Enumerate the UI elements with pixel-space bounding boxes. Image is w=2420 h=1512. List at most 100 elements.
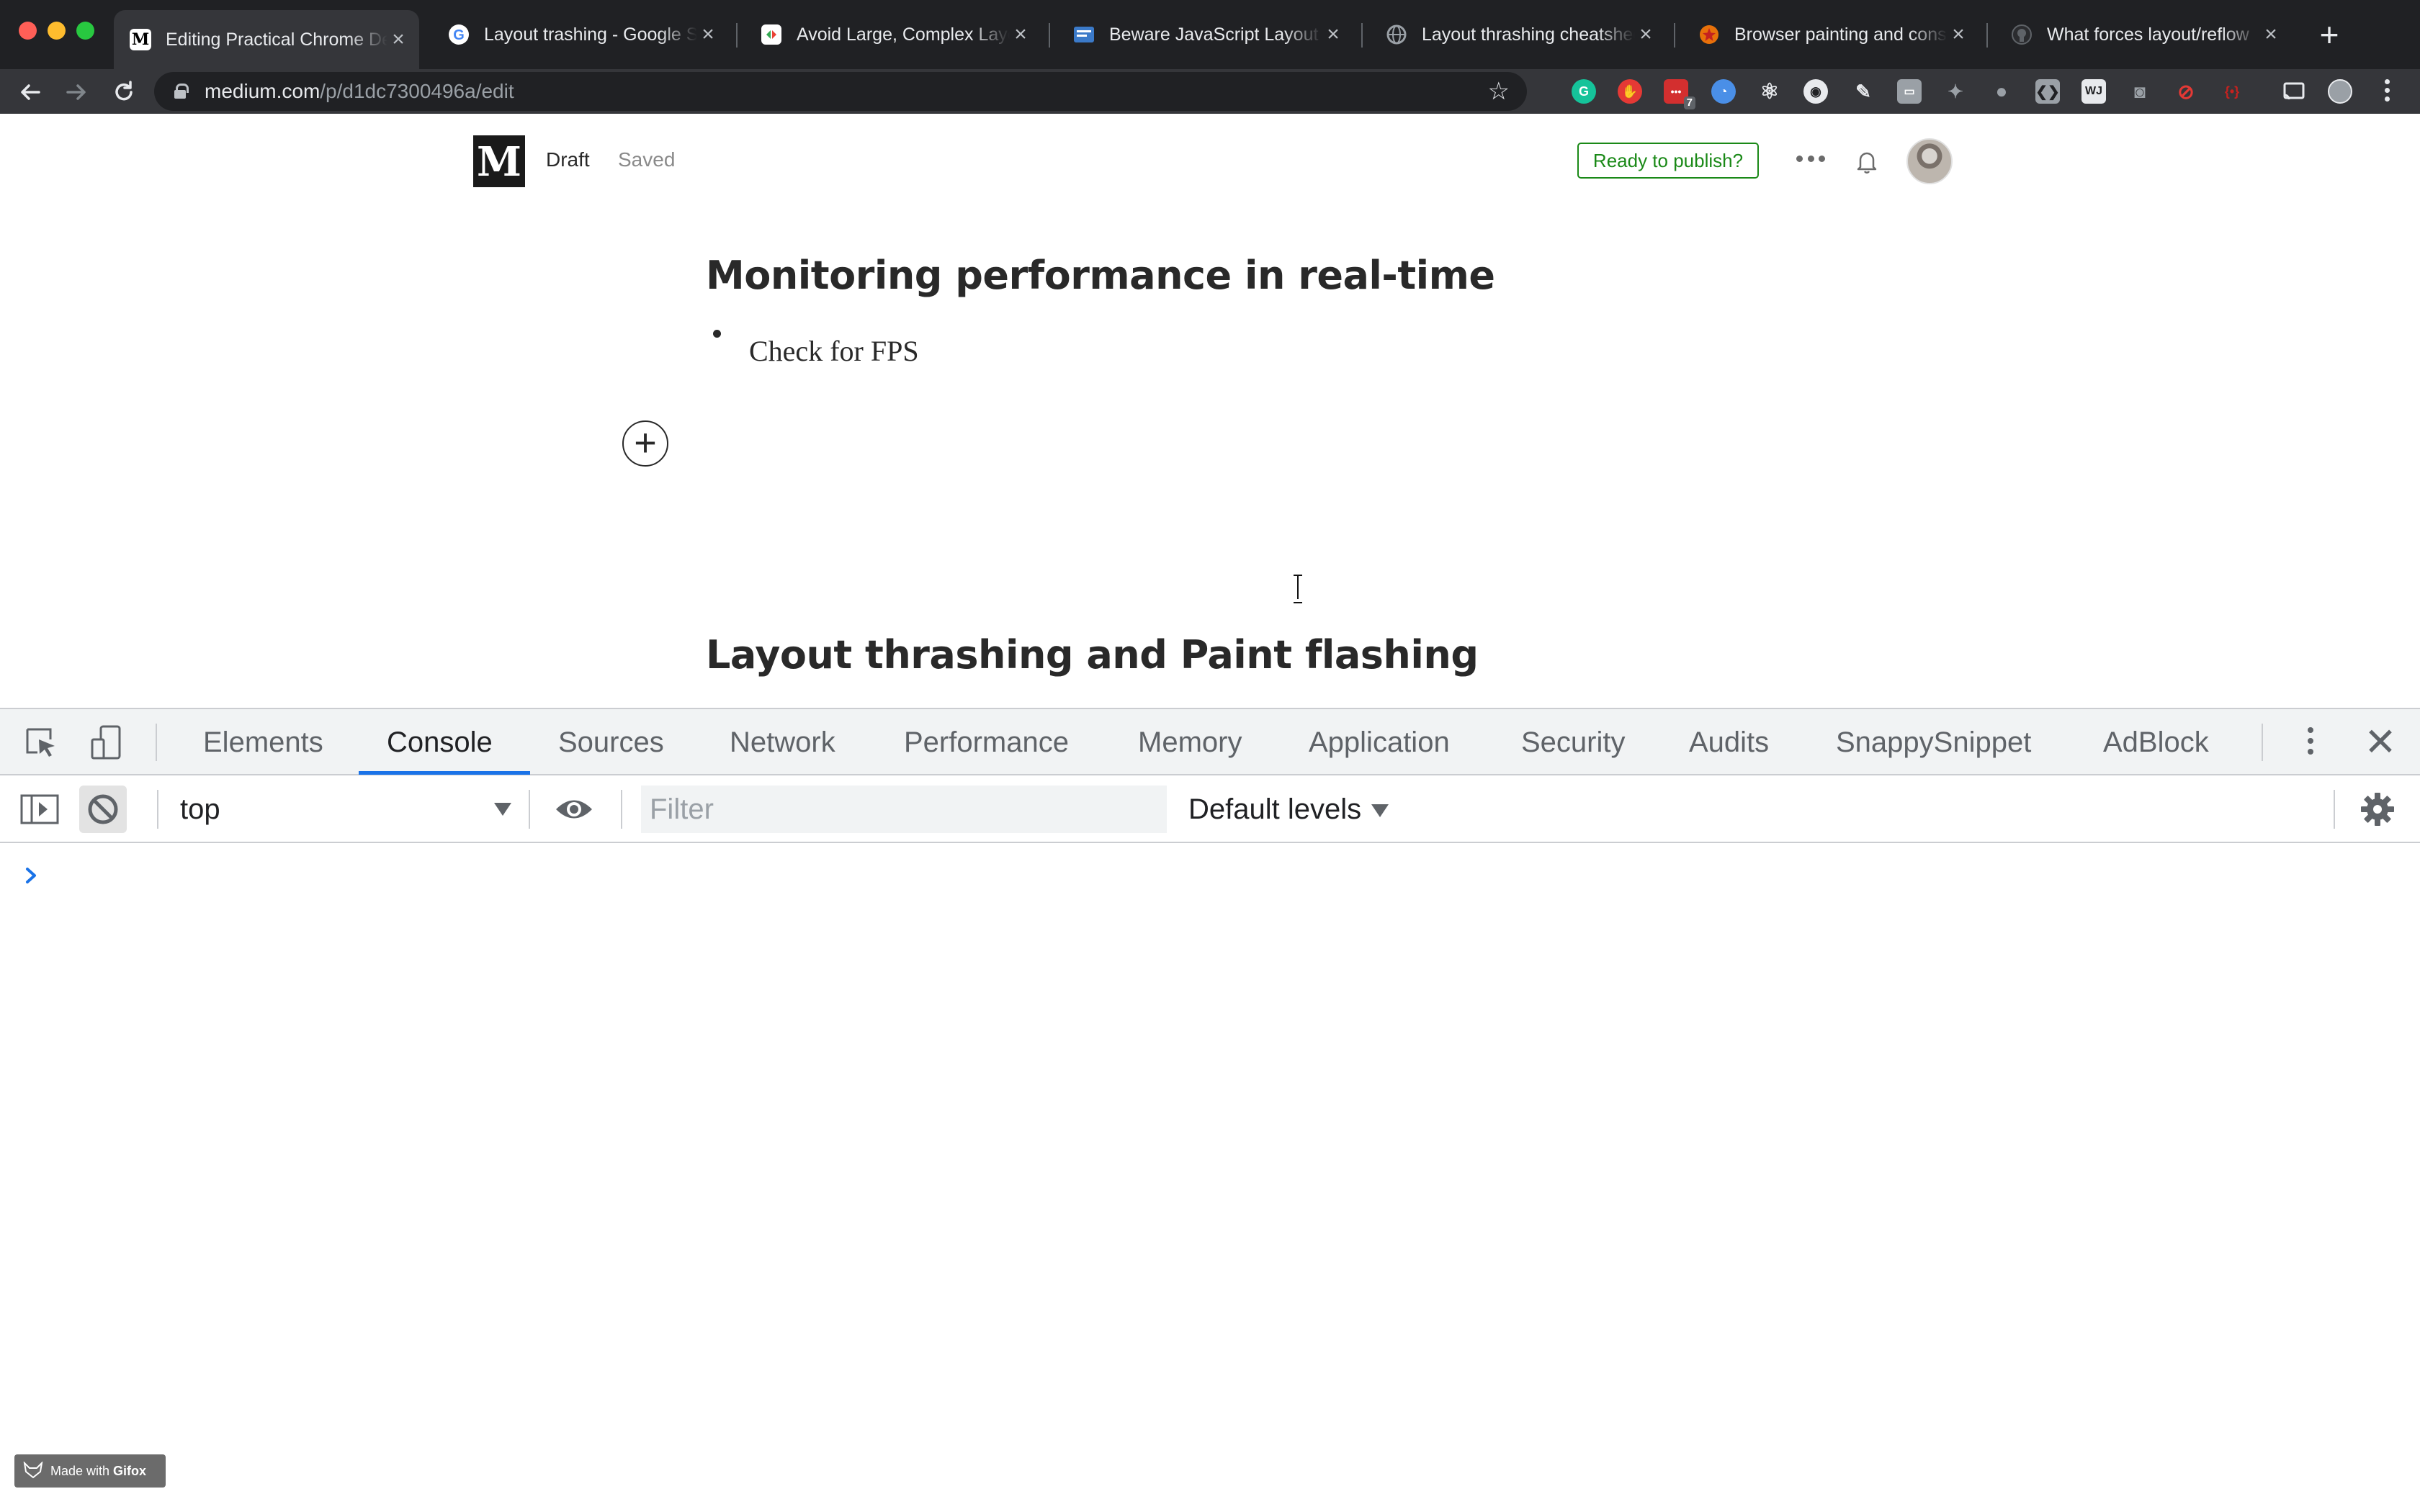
react-icon[interactable]: ⚛ bbox=[1757, 79, 1782, 104]
tab-performance[interactable]: Performance bbox=[904, 709, 1069, 775]
forward-button[interactable] bbox=[62, 78, 91, 107]
gifox-watermark: Made with Gifox bbox=[14, 1454, 166, 1488]
chrome-menu-icon[interactable] bbox=[2378, 76, 2396, 107]
post-heading[interactable]: Monitoring performance in real-time bbox=[706, 253, 1495, 298]
devtools-close-icon[interactable]: ✕ bbox=[2362, 721, 2398, 764]
window-maximize-button[interactable] bbox=[76, 22, 94, 40]
reload-icon bbox=[115, 81, 133, 101]
browser-tab-active[interactable]: M Editing Practical Chrome Dev × bbox=[114, 10, 419, 69]
tab-sources[interactable]: Sources bbox=[558, 709, 664, 775]
tab-adblock[interactable]: AdBlock bbox=[2103, 709, 2209, 775]
console-filter-input[interactable] bbox=[641, 786, 1167, 833]
code-icon[interactable]: ❮❯ bbox=[2035, 79, 2060, 104]
active-tab-indicator bbox=[359, 771, 530, 775]
blog-favicon-icon bbox=[1073, 24, 1095, 45]
clear-console-icon[interactable] bbox=[79, 786, 127, 833]
pen-icon[interactable]: ✎ bbox=[1851, 79, 1876, 104]
browser-tab[interactable]: Avoid Large, Complex Layouts × bbox=[745, 12, 1041, 58]
tab-close-icon[interactable]: × bbox=[1635, 22, 1657, 47]
show-sidebar-icon[interactable] bbox=[16, 786, 63, 833]
browser-tab[interactable]: G Layout trashing - Google Search × bbox=[432, 12, 729, 58]
device-toolbar-icon[interactable] bbox=[88, 724, 127, 762]
wj-icon[interactable]: WJ bbox=[2081, 79, 2106, 104]
reload-button[interactable] bbox=[109, 78, 138, 107]
toolbar-divider bbox=[529, 790, 530, 829]
console-settings-gear-icon[interactable] bbox=[2358, 790, 2397, 829]
live-expression-eye-icon[interactable] bbox=[555, 794, 593, 824]
toolbar-divider bbox=[157, 790, 158, 829]
devtools-panel: Elements Console Sources Network Perform… bbox=[0, 708, 2420, 1512]
console-prompt-chevron-icon[interactable] bbox=[20, 865, 42, 886]
forward-arrow-icon bbox=[66, 84, 86, 100]
tab-memory[interactable]: Memory bbox=[1138, 709, 1242, 775]
devtools-menu-icon[interactable] bbox=[2300, 725, 2321, 761]
todo-icon[interactable]: ••• 7 bbox=[1664, 79, 1695, 109]
context-value: top bbox=[180, 793, 220, 825]
tab-close-icon[interactable]: × bbox=[1010, 22, 1031, 47]
add-content-button[interactable]: + bbox=[622, 420, 668, 467]
briefcase-icon[interactable]: ▭ bbox=[1897, 79, 1922, 104]
browser-toolbar: medium.com/p/d1dc7300496a/edit ☆ G ✋ •••… bbox=[0, 69, 2420, 114]
window-minimize-button[interactable] bbox=[48, 22, 66, 40]
window-close-button[interactable] bbox=[19, 22, 37, 40]
browser-tab[interactable]: Browser painting and considerations × bbox=[1682, 12, 1979, 58]
bullet-dot bbox=[713, 330, 721, 338]
extension-badge: 7 bbox=[1683, 96, 1695, 109]
medium-favicon-icon: M bbox=[130, 29, 151, 50]
google-favicon-icon: G bbox=[448, 24, 470, 45]
bookmark-star-icon[interactable]: ☆ bbox=[1488, 78, 1510, 105]
tab-close-icon[interactable]: × bbox=[697, 22, 719, 47]
bulb-icon[interactable]: ● bbox=[1989, 79, 2014, 104]
tab-console[interactable]: Console bbox=[387, 709, 493, 775]
bracket-icon[interactable]: {•} bbox=[2220, 79, 2244, 104]
tab-close-icon[interactable]: × bbox=[2260, 22, 2282, 47]
profile-avatar[interactable] bbox=[2328, 79, 2352, 104]
chevron-down-icon bbox=[1371, 804, 1389, 818]
browser-tab[interactable]: Beware JavaScript Layout Thrashing × bbox=[1057, 12, 1354, 58]
console-toolbar: top Default levels bbox=[0, 775, 2420, 843]
tab-title: Beware JavaScript Layout Thrashing bbox=[1109, 24, 1322, 45]
post-heading[interactable]: Layout thrashing and Paint flashing bbox=[706, 632, 1479, 678]
publish-button[interactable]: Ready to publish? bbox=[1577, 143, 1759, 179]
camera-icon[interactable]: ◙ bbox=[2128, 79, 2152, 104]
tab-close-icon[interactable]: × bbox=[1322, 22, 1344, 47]
log-levels-dropdown[interactable]: Default levels bbox=[1188, 786, 1389, 833]
post-list-item[interactable]: Check for FPS bbox=[749, 334, 919, 368]
search-icon[interactable]: ⊘ bbox=[2174, 79, 2198, 104]
more-options-icon[interactable] bbox=[1796, 150, 1825, 167]
medium-logo[interactable]: M bbox=[473, 135, 525, 187]
tab-title: Editing Practical Chrome Dev bbox=[166, 29, 387, 50]
back-button[interactable] bbox=[16, 78, 45, 107]
web-dev-favicon-icon bbox=[761, 24, 782, 45]
github-icon[interactable]: ◉ bbox=[1803, 79, 1828, 104]
cast-icon[interactable] bbox=[2282, 79, 2306, 104]
execution-context-select[interactable]: top bbox=[180, 786, 511, 833]
tab-separator bbox=[1361, 23, 1363, 48]
tab-close-icon[interactable]: × bbox=[1948, 22, 1969, 47]
github-favicon-icon bbox=[2011, 24, 2033, 45]
adblock-icon[interactable]: ✋ bbox=[1618, 79, 1642, 104]
tab-title: Avoid Large, Complex Layouts bbox=[797, 24, 1010, 45]
tab-snappysnippet[interactable]: SnappySnippet bbox=[1836, 709, 2031, 775]
star-favicon-icon bbox=[1698, 24, 1720, 45]
grammarly-icon[interactable]: G bbox=[1572, 79, 1596, 104]
extension-icon[interactable]: ◔ bbox=[1711, 79, 1736, 104]
puzzle-icon[interactable]: ✦ bbox=[1943, 79, 1968, 104]
notifications-bell-icon[interactable] bbox=[1852, 147, 1881, 176]
tab-close-icon[interactable]: × bbox=[387, 27, 409, 52]
browser-tab[interactable]: Layout thrashing cheatsheet × bbox=[1370, 12, 1667, 58]
lock-icon bbox=[174, 84, 189, 99]
tab-security[interactable]: Security bbox=[1521, 709, 1626, 775]
user-avatar[interactable] bbox=[1906, 138, 1953, 184]
watermark-brand: Gifox bbox=[113, 1464, 147, 1478]
browser-tab[interactable]: What forces layout/reflow × bbox=[1995, 12, 2292, 58]
tab-elements[interactable]: Elements bbox=[203, 709, 323, 775]
tab-application[interactable]: Application bbox=[1309, 709, 1450, 775]
address-bar[interactable]: medium.com/p/d1dc7300496a/edit ☆ bbox=[154, 72, 1527, 111]
new-tab-button[interactable]: + bbox=[2313, 14, 2345, 55]
devtools-tab-bar: Elements Console Sources Network Perform… bbox=[0, 709, 2420, 775]
toolbar-divider bbox=[2262, 724, 2263, 761]
inspect-element-icon[interactable] bbox=[22, 724, 60, 762]
tab-network[interactable]: Network bbox=[730, 709, 835, 775]
tab-audits[interactable]: Audits bbox=[1689, 709, 1769, 775]
